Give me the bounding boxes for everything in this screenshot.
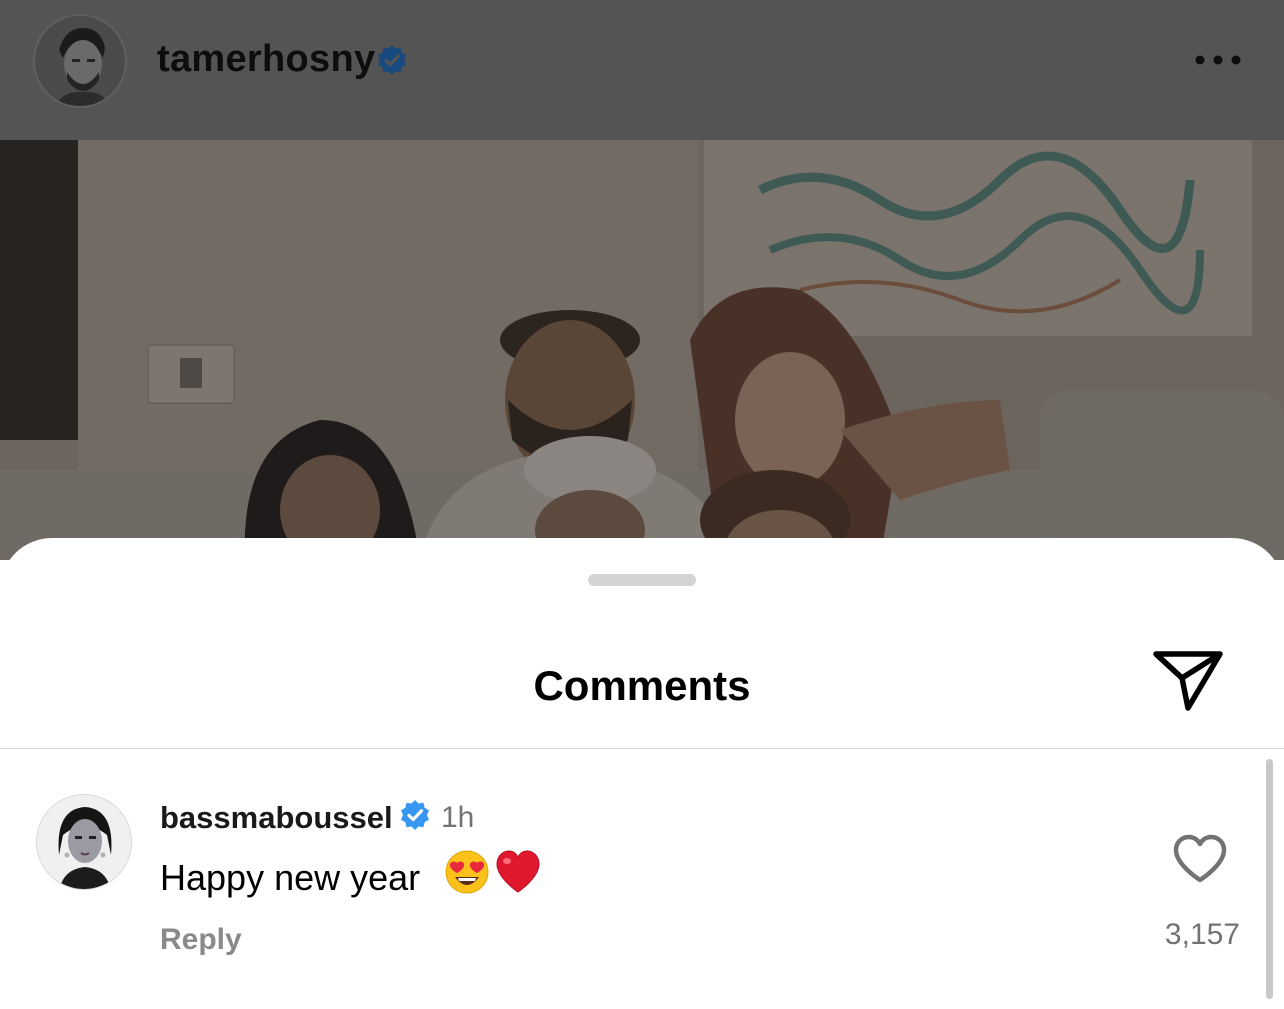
comments-sheet: Comments bassmaboussel 1h Happy new year… — [0, 538, 1284, 1008]
heart-eyes-emoji-icon — [445, 850, 489, 894]
comment-item: bassmaboussel 1h Happy new year Reply 3,… — [0, 749, 1284, 1009]
scrollbar[interactable] — [1266, 759, 1273, 999]
red-heart-emoji-icon — [496, 850, 540, 893]
reply-button[interactable]: Reply — [160, 923, 242, 957]
like-count: 3,157 — [1164, 918, 1240, 951]
commenter-username[interactable]: bassmaboussel — [160, 800, 393, 836]
comment-timestamp: 1h — [441, 801, 475, 834]
sheet-title: Comments — [533, 662, 751, 709]
post-header: tamerhosny — [0, 0, 1284, 140]
comment-text: Happy new year — [160, 857, 421, 898]
paper-plane-icon[interactable] — [1150, 648, 1226, 714]
heart-outline-icon[interactable] — [1172, 833, 1228, 885]
more-horizontal-icon[interactable] — [1192, 48, 1244, 72]
post-author-username[interactable]: tamerhosny — [157, 38, 375, 81]
verified-badge-icon — [401, 800, 429, 830]
post-author-avatar[interactable] — [33, 14, 127, 108]
commenter-avatar[interactable] — [36, 794, 132, 890]
verified-badge-icon — [378, 45, 406, 75]
post-photo — [0, 140, 1284, 560]
sheet-drag-handle[interactable] — [588, 574, 696, 586]
